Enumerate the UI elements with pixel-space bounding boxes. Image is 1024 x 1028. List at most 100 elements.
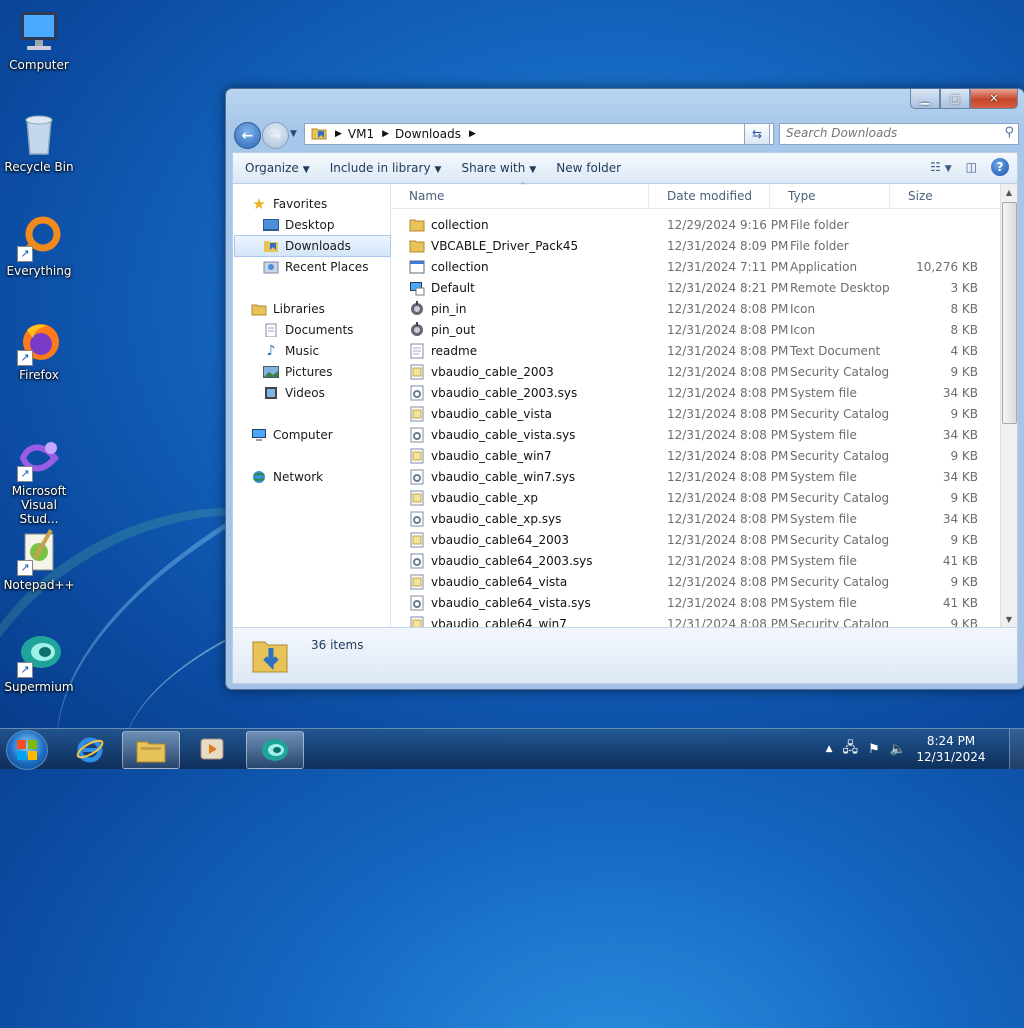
file-row[interactable]: vbaudio_cable_win7.sys 12/31/2024 8:08 PM…	[391, 466, 1001, 487]
file-row[interactable]: vbaudio_cable64_2003 12/31/2024 8:08 PM Se…	[391, 529, 1001, 550]
file-row[interactable]: collection 12/31/2024 7:11 PM Application 1…	[391, 256, 1001, 277]
file-name-cell[interactable]: vbaudio_cable_win7.sys	[391, 469, 649, 485]
scroll-down-icon[interactable]: ▼	[1001, 611, 1017, 627]
minimize-button[interactable]: ▁	[910, 89, 940, 109]
file-row[interactable]: vbaudio_cable64_vista.sys 12/31/2024 8:08…	[391, 592, 1001, 613]
taskbar-supermium[interactable]	[246, 731, 304, 769]
show-desktop-button[interactable]	[1009, 729, 1024, 769]
nav-desktop[interactable]: Desktop	[263, 215, 335, 235]
column-header-size[interactable]: Size	[890, 184, 982, 208]
file-row[interactable]: vbaudio_cable_2003 12/31/2024 8:08 PM Secu…	[391, 361, 1001, 382]
file-name-cell[interactable]: pin_out	[391, 321, 649, 338]
file-row[interactable]: vbaudio_cable64_win7 12/31/2024 8:08 PM Se…	[391, 613, 1001, 627]
file-name-cell[interactable]: vbaudio_cable64_win7	[391, 616, 649, 627]
file-name-cell[interactable]: VBCABLE_Driver_Pack45	[391, 238, 649, 254]
desktop-icon-notepadpp[interactable]: ↗ Notepad++	[0, 528, 78, 592]
desktop-icon-visual-studio[interactable]: ↗ Microsoft Visual Stud...	[0, 434, 78, 526]
nav-recent-places[interactable]: Recent Places	[263, 257, 368, 277]
file-row[interactable]: vbaudio_cable_vista.sys 12/31/2024 8:08 P…	[391, 424, 1001, 445]
file-row[interactable]: pin_out 12/31/2024 8:08 PM Icon 8 KB	[391, 319, 1001, 340]
desktop-icon-firefox[interactable]: ↗ Firefox	[0, 318, 78, 382]
file-row[interactable]: collection 12/29/2024 9:16 PM File folder	[391, 214, 1001, 235]
file-type: Icon	[790, 301, 816, 316]
file-name-cell[interactable]: vbaudio_cable64_vista	[391, 574, 649, 590]
new-folder-button[interactable]: New folder	[556, 161, 621, 175]
address-bar[interactable]: ▶ VM1 ▶ Downloads ▶ ▼	[304, 123, 774, 145]
scroll-up-icon[interactable]: ▲	[1001, 184, 1017, 200]
refresh-button[interactable]: ⇆	[744, 123, 770, 145]
file-row[interactable]: Default 12/31/2024 8:21 PM Remote Desktop …	[391, 277, 1001, 298]
file-name-cell[interactable]: collection	[391, 259, 649, 275]
nav-music[interactable]: ♪ Music	[263, 341, 320, 361]
file-row[interactable]: vbaudio_cable64_2003.sys 12/31/2024 8:08 …	[391, 550, 1001, 571]
desktop-icon-supermium[interactable]: ↗ Supermium	[0, 630, 78, 694]
file-row[interactable]: vbaudio_cable_2003.sys 12/31/2024 8:08 PM…	[391, 382, 1001, 403]
help-button[interactable]: ?	[991, 158, 1009, 176]
file-name-cell[interactable]: Default	[391, 280, 649, 296]
file-name-cell[interactable]: vbaudio_cable_xp.sys	[391, 511, 649, 527]
nav-documents[interactable]: Documents	[263, 320, 353, 340]
file-name-cell[interactable]: vbaudio_cable64_vista.sys	[391, 595, 649, 611]
nav-pictures[interactable]: Pictures	[263, 362, 333, 382]
vertical-scrollbar[interactable]: ▲ ▼	[1000, 184, 1017, 627]
file-name-cell[interactable]: pin_in	[391, 300, 649, 317]
close-button[interactable]: ✕	[970, 89, 1018, 109]
start-button[interactable]	[6, 730, 48, 770]
file-name-cell[interactable]: readme	[391, 343, 649, 359]
file-size: 9 KB	[950, 616, 978, 628]
file-name-cell[interactable]: vbaudio_cable_vista	[391, 406, 649, 422]
file-row[interactable]: vbaudio_cable_win7 12/31/2024 8:08 PM Secu…	[391, 445, 1001, 466]
desktop-icon-computer[interactable]: Computer	[0, 8, 78, 72]
column-header-name[interactable]: ^ Name	[391, 181, 649, 208]
taskbar-media-player[interactable]	[184, 731, 240, 767]
file-row[interactable]: VBCABLE_Driver_Pack45 12/31/2024 8:09 PM F…	[391, 235, 1001, 256]
include-in-library-button[interactable]: Include in library ▼	[330, 161, 442, 175]
recent-pages-dropdown[interactable]: ▼	[290, 129, 298, 139]
breadcrumb-downloads[interactable]: Downloads	[395, 127, 461, 141]
column-header-date[interactable]: Date modified	[649, 184, 770, 208]
clock-time: 8:24 PM	[926, 734, 976, 748]
show-hidden-icons-icon[interactable]: ▲	[826, 744, 833, 754]
nav-computer[interactable]: Computer	[251, 425, 333, 445]
organize-button[interactable]: Organize ▼	[245, 161, 310, 175]
forward-button[interactable]: →	[262, 122, 289, 149]
clock[interactable]: 8:24 PM 12/31/2024	[916, 733, 986, 765]
taskbar-windows-explorer[interactable]	[122, 731, 180, 769]
taskbar-internet-explorer[interactable]	[62, 731, 118, 767]
nav-favorites[interactable]: ★ Favorites	[251, 194, 327, 214]
file-name-cell[interactable]: collection	[391, 217, 649, 233]
back-button[interactable]: ←	[234, 122, 261, 149]
breadcrumb-vm1[interactable]: VM1	[348, 127, 374, 141]
search-input[interactable]	[780, 124, 992, 142]
file-name-cell[interactable]: vbaudio_cable_xp	[391, 490, 649, 506]
file-name-cell[interactable]: vbaudio_cable64_2003.sys	[391, 553, 649, 569]
file-name-cell[interactable]: vbaudio_cable_2003	[391, 364, 649, 380]
nav-network[interactable]: Network	[251, 467, 323, 487]
nav-libraries[interactable]: Libraries	[251, 299, 325, 319]
action-center-flag-icon[interactable]: ⚑	[868, 742, 880, 757]
nav-videos[interactable]: Videos	[263, 383, 325, 403]
desktop-icon-everything[interactable]: ↗ Everything	[0, 214, 78, 278]
file-name-cell[interactable]: vbaudio_cable_win7	[391, 448, 649, 464]
file-name-cell[interactable]: vbaudio_cable64_2003	[391, 532, 649, 548]
change-view-button[interactable]: ☷ ▼	[930, 160, 952, 174]
file-row[interactable]: vbaudio_cable_vista 12/31/2024 8:08 PM Sec…	[391, 403, 1001, 424]
nav-downloads[interactable]: Downloads	[234, 235, 391, 257]
file-row[interactable]: pin_in 12/31/2024 8:08 PM Icon 8 KB	[391, 298, 1001, 319]
network-status-icon[interactable]: 🖧	[843, 737, 859, 761]
desktop-icon-recycle-bin[interactable]: Recycle Bin	[0, 110, 78, 174]
file-row[interactable]: vbaudio_cable_xp 12/31/2024 8:08 PM Securi…	[391, 487, 1001, 508]
file-row[interactable]: vbaudio_cable64_vista 12/31/2024 8:08 PM S…	[391, 571, 1001, 592]
file-row[interactable]: vbaudio_cable_xp.sys 12/31/2024 8:08 PM Sy…	[391, 508, 1001, 529]
column-header-type[interactable]: Type	[770, 184, 890, 208]
file-name-cell[interactable]: vbaudio_cable_2003.sys	[391, 385, 649, 401]
file-row[interactable]: readme 12/31/2024 8:08 PM Text Document 4 K…	[391, 340, 1001, 361]
preview-pane-button[interactable]: ◫	[966, 160, 977, 174]
volume-icon[interactable]: 🔈	[890, 742, 906, 757]
search-box[interactable]: ⚲	[779, 123, 1019, 145]
maximize-button[interactable]: ▢	[940, 89, 970, 109]
file-size: 41 KB	[942, 553, 978, 568]
share-with-button[interactable]: Share with ▼	[461, 161, 536, 175]
file-name-cell[interactable]: vbaudio_cable_vista.sys	[391, 427, 649, 443]
scrollbar-thumb[interactable]	[1002, 202, 1017, 424]
